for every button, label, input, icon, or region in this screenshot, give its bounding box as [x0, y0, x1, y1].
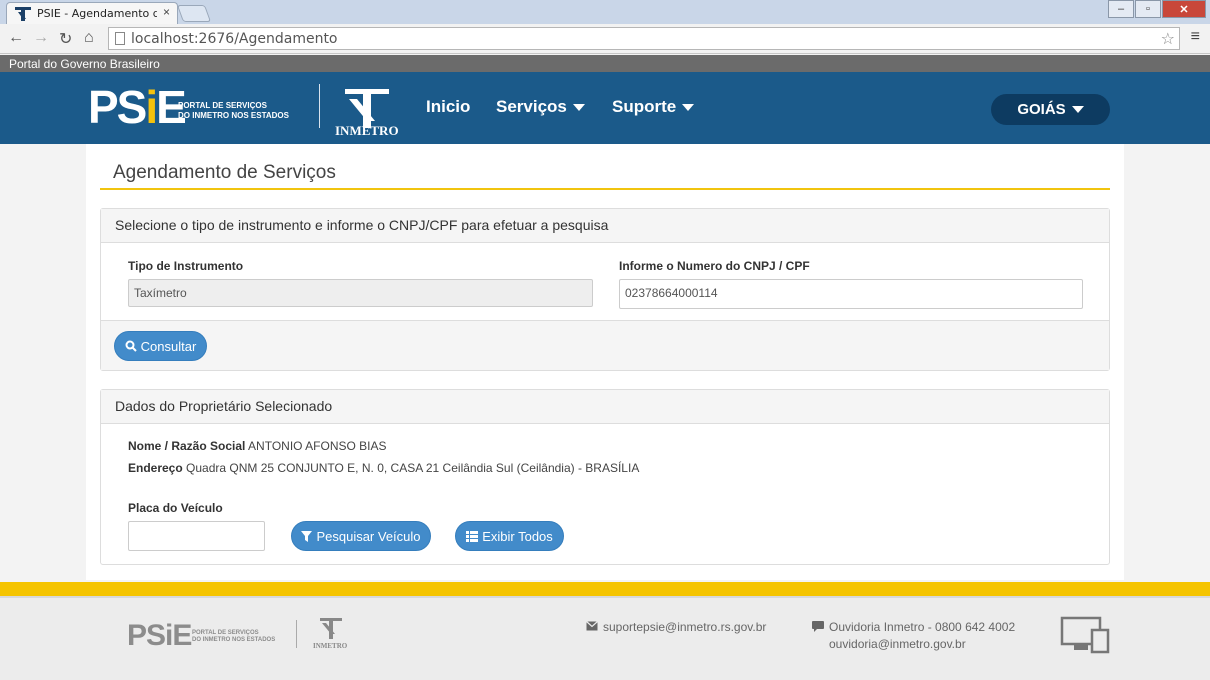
browser-tab-title: PSIE - Agendamento de S [37, 7, 157, 20]
browser-toolbar: ← → ↻ ⌂ localhost:2676/Agendamento ☆ ≡ [0, 24, 1210, 54]
owner-panel: Dados do Proprietário Selecionado Nome /… [100, 389, 1110, 565]
owner-name-label: Nome / Razão Social [128, 439, 246, 453]
ouvidoria-email-link[interactable]: ouvidoria@inmetro.gov.br [829, 637, 966, 651]
gov-bar: Portal do Governo Brasileiro [0, 55, 1210, 72]
minimize-button[interactable]: – [1108, 0, 1134, 18]
address-bar[interactable]: localhost:2676/Agendamento ☆ [108, 27, 1180, 50]
new-tab-button[interactable] [176, 5, 212, 22]
page-title: Agendamento de Serviços [113, 162, 336, 183]
maximize-button[interactable]: ▫ [1135, 0, 1161, 18]
browser-tab-strip: PSIE - Agendamento de S × – ▫ ✕ [0, 0, 1210, 24]
chevron-down-icon [572, 104, 585, 112]
consult-button[interactable]: Consultar [114, 331, 207, 361]
state-selector-button[interactable]: GOIÁS [991, 94, 1110, 125]
close-tab-icon[interactable]: × [163, 5, 170, 19]
close-window-button[interactable]: ✕ [1162, 0, 1206, 18]
forward-arrow-icon[interactable]: → [33, 29, 49, 47]
ouvidoria-phone: Ouvidoria Inmetro - 0800 642 4002 [829, 620, 1016, 634]
inmetro-favicon-icon [15, 6, 31, 21]
consult-button-label: Consultar [140, 338, 197, 354]
chevron-down-icon [682, 104, 695, 112]
footer-accent-bar [0, 582, 1210, 596]
footer-inmetro-logo-icon [320, 618, 342, 639]
search-panel-footer: Consultar [101, 320, 1109, 370]
page-icon [115, 32, 125, 45]
chevron-down-icon [1071, 106, 1084, 113]
inmetro-logo-label: INMETRO [335, 123, 399, 138]
psie-logo[interactable]: PSiE [88, 84, 187, 130]
show-all-button[interactable]: Exibir Todos [455, 521, 564, 551]
logo-subtitle-line2: DO INMETRO NOS ESTADOS [178, 111, 289, 120]
cnpj-label: Informe o Numero do CNPJ / CPF [619, 259, 810, 273]
nav-suporte-label: Suporte [612, 97, 677, 116]
comment-icon [812, 621, 824, 632]
instrument-type-field: Taxímetro [128, 279, 593, 307]
search-vehicle-button-label: Pesquisar Veículo [316, 528, 421, 544]
footer-inmetro-label: INMETRO [313, 642, 348, 650]
logo-text-ps: PS [88, 81, 147, 133]
browser-menu-icon[interactable]: ≡ [1191, 28, 1200, 46]
search-panel-heading: Selecione o tipo de instrumento e inform… [101, 209, 1109, 243]
logo-divider [319, 84, 320, 128]
owner-address-label: Endereço [128, 461, 183, 475]
owner-address-value: Quadra QNM 25 CONJUNTO E, N. 0, CASA 21 … [186, 461, 640, 475]
list-icon [466, 530, 479, 542]
browser-tab[interactable]: PSIE - Agendamento de S × [6, 2, 178, 24]
nav-servicos[interactable]: Serviços [496, 97, 585, 117]
owner-address-line: Endereço Quadra QNM 25 CONJUNTO E, N. 0,… [128, 461, 639, 475]
show-all-button-label: Exibir Todos [482, 528, 553, 544]
responsive-devices-icon [1060, 616, 1110, 654]
site-footer: PSiE PORTAL DE SERVIÇOS DO INMETRO NOS E… [0, 596, 1210, 680]
footer-logo-divider [296, 620, 297, 648]
logo-subtitle-line1: PORTAL DE SERVIÇOS [178, 101, 267, 110]
url-text: localhost:2676/Agendamento [131, 30, 338, 47]
window-controls: – ▫ ✕ [1107, 0, 1206, 18]
reload-icon[interactable]: ↻ [59, 29, 72, 49]
nav-inicio[interactable]: Inicio [426, 97, 470, 117]
search-icon [125, 340, 137, 352]
title-divider [100, 188, 1110, 190]
site-header: PSiE PORTAL DE SERVIÇOS DO INMETRO NOS E… [0, 72, 1210, 144]
owner-name-value: ANTONIO AFONSO BIAS [248, 439, 387, 453]
plate-label: Placa do Veículo [128, 501, 223, 515]
logo-text-i: i [145, 81, 158, 133]
filter-icon [301, 530, 313, 542]
bookmark-star-icon[interactable]: ☆ [1161, 29, 1175, 48]
owner-panel-heading: Dados do Proprietário Selecionado [101, 390, 1109, 424]
back-arrow-icon[interactable]: ← [8, 29, 24, 47]
search-panel: Selecione o tipo de instrumento e inform… [100, 208, 1110, 371]
plate-input[interactable] [128, 521, 265, 551]
envelope-icon [586, 621, 598, 631]
footer-logo-subtitle-line2: DO INMETRO NOS ESTADOS [192, 637, 276, 643]
nav-servicos-label: Serviços [496, 97, 567, 116]
search-vehicle-button[interactable]: Pesquisar Veículo [291, 521, 431, 551]
cnpj-input[interactable]: 02378664000114 [619, 279, 1083, 309]
gov-bar-link[interactable]: Portal do Governo Brasileiro [9, 57, 160, 71]
footer-logo-subtitle-line1: PORTAL DE SERVIÇOS [192, 630, 259, 636]
instrument-type-label: Tipo de Instrumento [128, 259, 244, 273]
footer-psie-logo: PSiE [127, 619, 192, 652]
nav-suporte[interactable]: Suporte [612, 97, 695, 117]
footer-logo-subtitle: PORTAL DE SERVIÇOS DO INMETRO NOS ESTADO… [192, 630, 275, 644]
home-icon[interactable]: ⌂ [84, 29, 94, 47]
logo-subtitle: PORTAL DE SERVIÇOS DO INMETRO NOS ESTADO… [178, 101, 289, 121]
state-selector-label: GOIÁS [1017, 101, 1066, 118]
owner-name-line: Nome / Razão Social ANTONIO AFONSO BIAS [128, 439, 387, 453]
support-email-link[interactable]: suportepsie@inmetro.rs.gov.br [603, 620, 766, 634]
